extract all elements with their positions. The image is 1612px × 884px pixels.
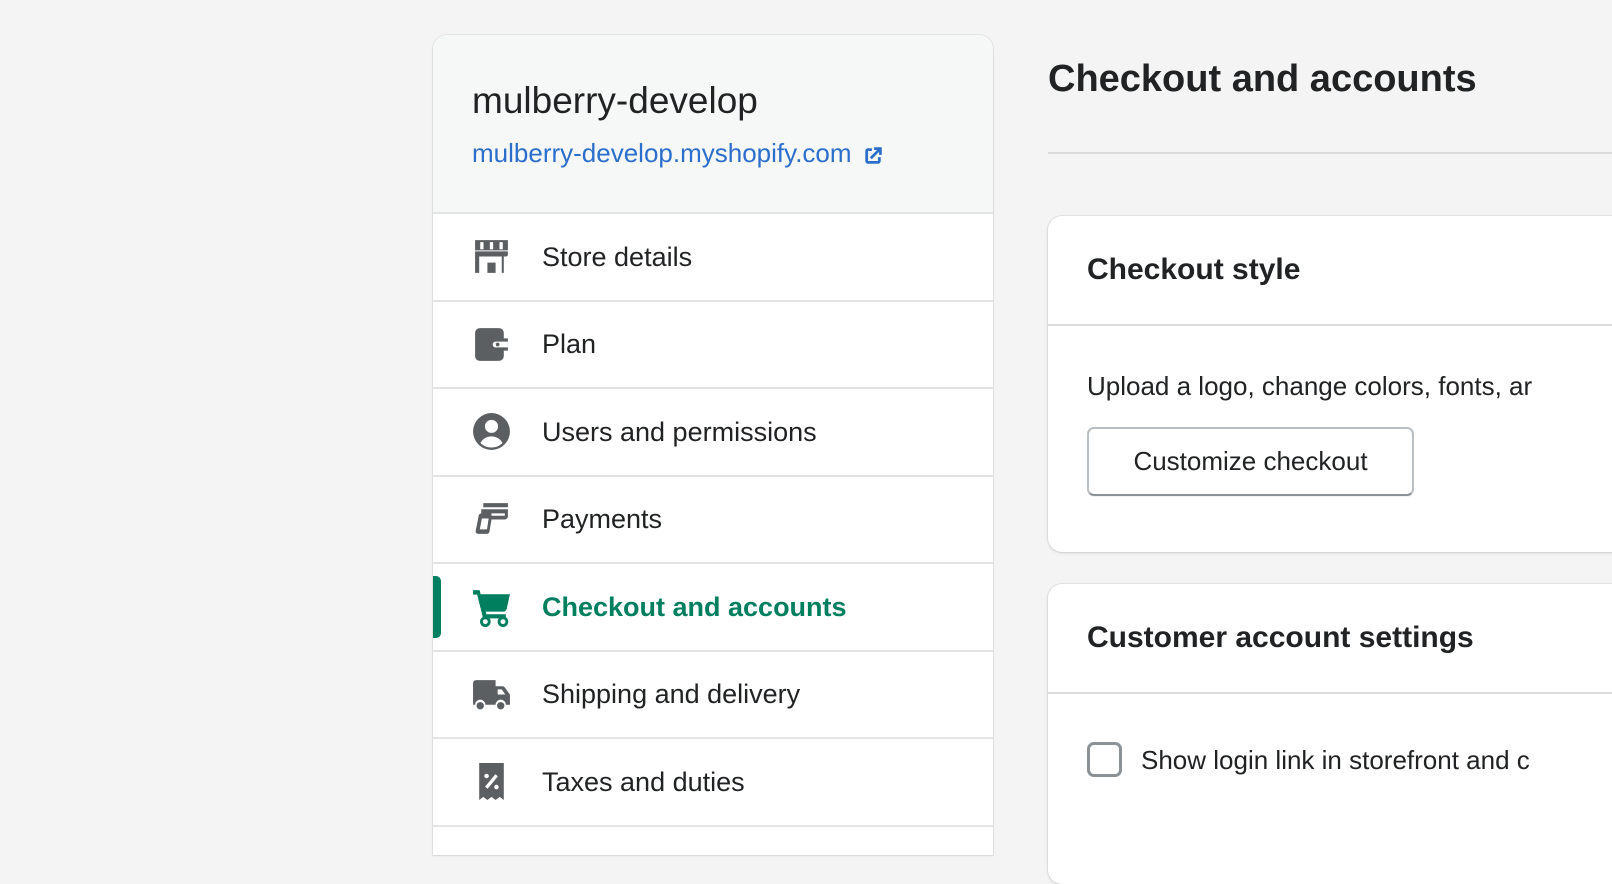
- receipt-percent-icon: [471, 761, 512, 802]
- store-header: mulberry-develop mulberry-develop.myshop…: [433, 35, 993, 214]
- external-link-icon: [862, 142, 884, 164]
- sidebar-item-users-and-permissions[interactable]: Users and permissions: [433, 389, 993, 477]
- card-header: Checkout style: [1048, 216, 1612, 326]
- show-login-link-checkbox[interactable]: [1087, 742, 1122, 777]
- payment-icon: [471, 499, 512, 540]
- customer-account-settings-title: Customer account settings: [1087, 621, 1474, 654]
- sidebar-item-store-details[interactable]: Store details: [433, 214, 993, 302]
- user-circle-icon: [471, 411, 512, 452]
- sidebar-item-checkout-and-accounts[interactable]: Checkout and accounts: [433, 564, 993, 652]
- sidebar-item-label: Shipping and delivery: [542, 679, 801, 710]
- page-title: Checkout and accounts: [1048, 58, 1477, 100]
- sidebar-item-label: Plan: [542, 329, 597, 360]
- checkout-style-title: Checkout style: [1087, 253, 1301, 286]
- card-body: Upload a logo, change colors, fonts, ar …: [1048, 326, 1612, 496]
- title-divider: [1048, 152, 1612, 154]
- checkout-style-card: Checkout style Upload a logo, change col…: [1048, 216, 1612, 552]
- card-body: Show login link in storefront and c: [1048, 742, 1612, 777]
- sidebar-item-payments[interactable]: Payments: [433, 477, 993, 564]
- checkout-style-description: Upload a logo, change colors, fonts, ar: [1087, 371, 1533, 401]
- wallet-icon: [471, 324, 512, 365]
- sidebar-item-label: Taxes and duties: [542, 766, 745, 797]
- customer-account-settings-card: Customer account settings Show login lin…: [1048, 584, 1612, 884]
- sidebar-item-label: Users and permissions: [542, 416, 817, 447]
- cart-icon: [471, 586, 512, 628]
- sidebar-item-label: Store details: [542, 241, 693, 272]
- customize-checkout-button[interactable]: Customize checkout: [1087, 427, 1414, 496]
- settings-nav: Store details Plan Users and permissions…: [433, 214, 993, 827]
- store-url-link[interactable]: mulberry-develop.myshopify.com: [472, 137, 884, 169]
- sidebar-item-label: Checkout and accounts: [542, 591, 847, 622]
- sidebar-item-plan[interactable]: Plan: [433, 302, 993, 389]
- active-indicator: [433, 576, 441, 638]
- truck-icon: [471, 674, 512, 715]
- sidebar-item-shipping-and-delivery[interactable]: Shipping and delivery: [433, 652, 993, 739]
- settings-sidebar: mulberry-develop mulberry-develop.myshop…: [433, 35, 993, 855]
- store-name: mulberry-develop: [472, 80, 758, 121]
- show-login-link-label[interactable]: Show login link in storefront and c: [1141, 744, 1530, 776]
- sidebar-item-label: Payments: [542, 504, 663, 535]
- card-header: Customer account settings: [1048, 584, 1612, 694]
- store-icon: [471, 236, 512, 277]
- store-url-text: mulberry-develop.myshopify.com: [472, 138, 852, 168]
- show-login-link-option[interactable]: Show login link in storefront and c: [1087, 742, 1612, 777]
- sidebar-item-taxes-and-duties[interactable]: Taxes and duties: [433, 739, 993, 827]
